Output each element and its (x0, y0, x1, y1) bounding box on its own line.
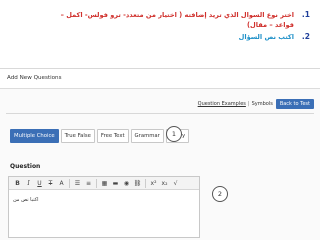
symbols-link[interactable]: Symbols (252, 101, 273, 107)
tab-multiple-choice[interactable]: Multiple Choice (10, 129, 59, 143)
instruction-step-2: 2. اكتب نص السؤال (10, 32, 310, 42)
top-toolbar: Question Examples | Symbols Back to Test (198, 99, 314, 109)
table-icon[interactable]: ▦ (99, 177, 110, 190)
question-examples-link[interactable]: Question Examples (198, 101, 246, 107)
instruction-step-1-cont: قواعد – مقال) (10, 20, 310, 30)
step-2-number: 2. (301, 32, 310, 41)
app-screen: Add New Questions Question Examples | Sy… (0, 68, 320, 240)
back-to-test-button[interactable]: Back to Test (275, 99, 314, 109)
tab-true-false[interactable]: True False (60, 129, 95, 143)
italic-button[interactable]: I (23, 177, 34, 190)
subscript-icon[interactable]: x₂ (159, 177, 170, 190)
bold-button[interactable]: B (12, 177, 23, 190)
divider (6, 113, 314, 114)
question-editor[interactable]: B I U T A ☰ ≡ ▦ ▬ ◉ ⛓ x² x₂ √ اكتبا نص م… (8, 176, 200, 238)
instruction-step-1: 1. اختر نوع السوال الذي تريد إضافته ( اخ… (10, 10, 310, 20)
page-title: Add New Questions (7, 75, 62, 81)
step-1-text: اختر نوع السوال الذي تريد إضافته ( اختيا… (60, 11, 294, 19)
callout-2: 2 (212, 186, 228, 202)
page-header: Add New Questions (0, 69, 320, 89)
toolbar-divider (69, 178, 70, 188)
superscript-icon[interactable]: x² (148, 177, 159, 190)
font-size-button[interactable]: A (56, 177, 67, 190)
instructions: 1. اختر نوع السوال الذي تريد إضافته ( اخ… (10, 10, 310, 42)
callout-1: 1 (166, 126, 182, 142)
tab-free-text[interactable]: Free Text (96, 129, 129, 143)
formula-icon[interactable]: √ (170, 177, 181, 190)
toolbar-separator: | (247, 101, 250, 107)
editor-text[interactable]: اكتبا نص من (13, 197, 39, 203)
editor-toolbar: B I U T A ☰ ≡ ▦ ▬ ◉ ⛓ x² x₂ √ (9, 177, 199, 190)
question-label: Question (10, 163, 41, 170)
question-type-tabs: Multiple Choice True False Free Text Gra… (10, 129, 191, 143)
tab-grammar[interactable]: Grammar (130, 129, 164, 143)
video-icon[interactable]: ◉ (121, 177, 132, 190)
bullet-list-icon[interactable]: ☰ (72, 177, 83, 190)
step-1-text-cont: قواعد – مقال) (247, 21, 294, 29)
image-icon[interactable]: ▬ (110, 177, 121, 190)
step-1-number: 1. (301, 10, 310, 19)
underline-button[interactable]: U (34, 177, 45, 190)
step-2-text: اكتب نص السؤال (238, 33, 294, 41)
link-icon[interactable]: ⛓ (132, 177, 143, 190)
strikethrough-button[interactable]: T (45, 177, 56, 190)
toolbar-divider (96, 178, 97, 188)
numbered-list-icon[interactable]: ≡ (83, 177, 94, 190)
toolbar-divider (145, 178, 146, 188)
